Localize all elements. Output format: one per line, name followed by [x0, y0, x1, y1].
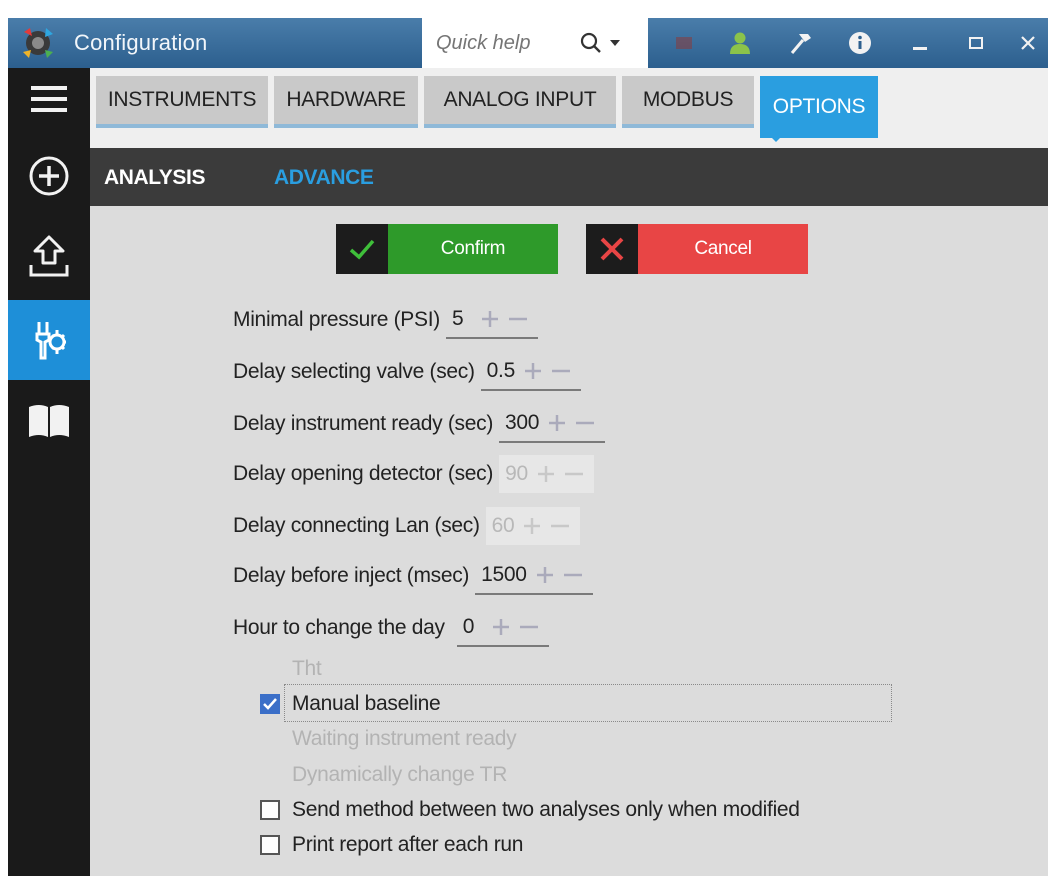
- option-label[interactable]: Print report after each run: [292, 833, 523, 857]
- field-delay-selecting-valve: Delay selecting valve (sec) 0.5: [233, 352, 581, 392]
- stepper-value[interactable]: 0: [463, 615, 483, 639]
- tab-options[interactable]: OPTIONS: [760, 76, 878, 138]
- top-tabs: INSTRUMENTS HARDWARE ANALOG INPUT MODBUS…: [90, 68, 1048, 148]
- check-icon: [336, 224, 388, 274]
- delay-before-inject-stepper[interactable]: 1500: [475, 557, 593, 595]
- option-label: Tht: [292, 657, 322, 680]
- minus-icon[interactable]: [515, 613, 543, 641]
- delay-connecting-lan-stepper: 60: [485, 507, 581, 545]
- cancel-label: Cancel: [694, 238, 752, 259]
- quick-help-box[interactable]: [422, 18, 648, 68]
- checkbox: [260, 765, 280, 785]
- field-label: Hour to change the day: [233, 616, 445, 639]
- flag-icon[interactable]: [668, 27, 700, 59]
- field-hour-to-change-day: Hour to change the day 0: [233, 608, 549, 648]
- plus-icon[interactable]: [519, 357, 547, 385]
- plus-icon[interactable]: [476, 305, 504, 333]
- field-delay-before-inject: Delay before inject (msec) 1500: [233, 556, 593, 596]
- plus-icon: [518, 512, 546, 540]
- minus-icon: [546, 512, 574, 540]
- delay-opening-detector-stepper: 90: [499, 455, 594, 493]
- option-label: Dynamically change TR: [292, 763, 508, 786]
- tab-hardware[interactable]: HARDWARE: [274, 76, 418, 128]
- plus-icon[interactable]: [487, 613, 515, 641]
- option-label[interactable]: Send method between two analyses only wh…: [292, 798, 800, 822]
- option-manual-baseline[interactable]: Manual baseline: [260, 687, 441, 721]
- field-label: Delay selecting valve (sec): [233, 360, 475, 383]
- sub-tabs: ANALYSIS ADVANCE: [90, 148, 1048, 206]
- checkbox: [260, 659, 280, 679]
- delay-selecting-valve-stepper[interactable]: 0.5: [480, 353, 581, 391]
- minus-icon: [560, 460, 588, 488]
- checkbox[interactable]: [260, 800, 280, 820]
- info-icon[interactable]: [844, 27, 876, 59]
- active-tab-pointer: [764, 130, 788, 142]
- settings-tools-icon[interactable]: [8, 300, 90, 380]
- option-label[interactable]: Manual baseline: [292, 692, 441, 716]
- stepper-value[interactable]: 5: [452, 307, 472, 331]
- menu-icon[interactable]: [8, 68, 90, 130]
- stepper-value: 60: [491, 514, 515, 537]
- field-label: Delay connecting Lan (sec): [233, 514, 480, 537]
- field-label: Minimal pressure (PSI): [233, 308, 440, 331]
- checkbox-checked[interactable]: [260, 694, 280, 714]
- minus-icon[interactable]: [559, 561, 587, 589]
- field-minimal-pressure: Minimal pressure (PSI) 5: [233, 300, 538, 340]
- option-waiting-instrument-ready: Waiting instrument ready: [260, 722, 517, 756]
- subtab-advance[interactable]: ADVANCE: [274, 166, 374, 190]
- checkbox[interactable]: [260, 835, 280, 855]
- option-tht: Tht: [260, 652, 322, 686]
- tab-instruments[interactable]: INSTRUMENTS: [96, 76, 268, 128]
- checkbox: [260, 729, 280, 749]
- book-icon[interactable]: [8, 386, 90, 456]
- chevron-down-icon[interactable]: [610, 40, 620, 46]
- stepper-value[interactable]: 1500: [481, 563, 527, 587]
- stepper-value: 90: [505, 462, 528, 485]
- title-bar: Configuration: [8, 18, 1048, 68]
- tab-modbus[interactable]: MODBUS: [622, 76, 754, 128]
- maximize-icon[interactable]: [960, 27, 992, 59]
- stepper-value[interactable]: 0.5: [487, 359, 516, 383]
- confirm-button[interactable]: Confirm: [336, 224, 558, 274]
- upload-icon[interactable]: [8, 220, 90, 294]
- plus-icon[interactable]: [543, 409, 571, 437]
- minimal-pressure-stepper[interactable]: 5: [445, 301, 538, 339]
- close-icon: [586, 224, 638, 274]
- field-label: Delay instrument ready (sec): [233, 412, 494, 435]
- field-delay-connecting-lan: Delay connecting Lan (sec) 60: [233, 506, 581, 546]
- user-icon[interactable]: [724, 27, 756, 59]
- plus-icon[interactable]: [531, 561, 559, 589]
- confirm-label: Confirm: [440, 238, 506, 259]
- quick-help-input[interactable]: [436, 30, 576, 56]
- subtab-analysis[interactable]: ANALYSIS: [104, 166, 205, 190]
- stepper-value[interactable]: 300: [505, 411, 539, 435]
- minus-icon[interactable]: [504, 305, 532, 333]
- hammer-icon[interactable]: [784, 27, 816, 59]
- field-delay-opening-detector: Delay opening detector (sec) 90: [233, 454, 594, 494]
- options-panel: Confirm Cancel Minimal pressure (PSI) 5 …: [90, 206, 1048, 876]
- field-label: Delay opening detector (sec): [233, 462, 494, 485]
- plus-icon: [532, 460, 560, 488]
- option-label: Waiting instrument ready: [292, 727, 517, 750]
- tab-analog-input[interactable]: ANALOG INPUT: [424, 76, 616, 128]
- option-dynamically-change-tr: Dynamically change TR: [260, 758, 507, 792]
- cancel-button[interactable]: Cancel: [586, 224, 808, 274]
- field-delay-instrument-ready: Delay instrument ready (sec) 300: [233, 404, 606, 444]
- minimize-icon[interactable]: [904, 27, 936, 59]
- option-send-method-when-modified[interactable]: Send method between two analyses only wh…: [260, 793, 800, 827]
- app-logo-icon: [23, 28, 53, 58]
- close-icon[interactable]: [1012, 27, 1044, 59]
- option-print-report-after-run[interactable]: Print report after each run: [260, 828, 523, 862]
- delay-instrument-ready-stepper[interactable]: 300: [499, 405, 606, 443]
- left-rail: [8, 68, 90, 876]
- hour-to-change-day-stepper[interactable]: 0: [456, 609, 549, 647]
- add-icon[interactable]: [8, 140, 90, 212]
- minus-icon[interactable]: [571, 409, 599, 437]
- field-label: Delay before inject (msec): [233, 564, 470, 587]
- search-icon[interactable]: [578, 30, 604, 56]
- minus-icon[interactable]: [547, 357, 575, 385]
- window-title: Configuration: [74, 30, 208, 55]
